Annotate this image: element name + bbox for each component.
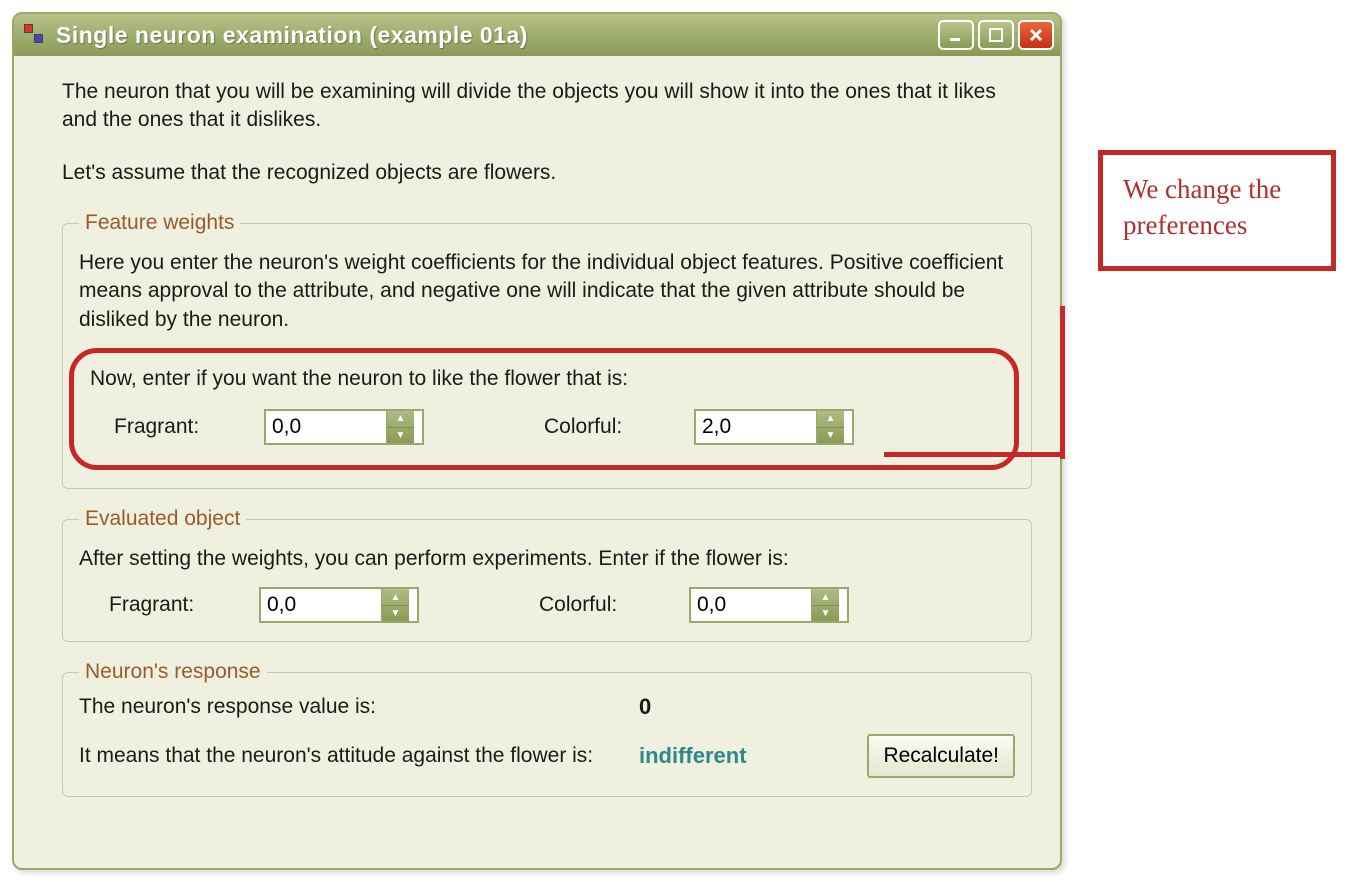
- neuron-response-group: Neuron's response The neuron's response …: [62, 660, 1032, 797]
- spinner-down-icon[interactable]: ▼: [387, 428, 414, 444]
- close-button[interactable]: [1018, 20, 1054, 50]
- evaluated-fragrant-label: Fragrant:: [109, 593, 259, 617]
- feature-weights-legend: Feature weights: [79, 211, 240, 235]
- spinner-up-icon[interactable]: ▲: [387, 411, 414, 428]
- weights-colorful-spinner[interactable]: ▲ ▼: [694, 409, 854, 445]
- weights-fragrant-input[interactable]: [266, 411, 386, 443]
- spinner-down-icon[interactable]: ▼: [817, 428, 844, 444]
- weights-fragrant-label: Fragrant:: [114, 415, 264, 439]
- intro-text: The neuron that you will be examining wi…: [62, 78, 1032, 187]
- recalculate-button[interactable]: Recalculate!: [867, 734, 1015, 778]
- evaluated-object-legend: Evaluated object: [79, 507, 246, 531]
- evaluated-colorful-pair: Colorful: ▲ ▼: [539, 587, 969, 623]
- annotation-callout: We change the preferences: [1098, 150, 1336, 271]
- minimize-button[interactable]: [938, 20, 974, 50]
- window-title: Single neuron examination (example 01a): [56, 22, 938, 49]
- weights-input-row: Fragrant: ▲ ▼ Colorful:: [84, 409, 1004, 445]
- evaluated-colorful-input[interactable]: [691, 589, 811, 621]
- annotation-text: We change the preferences: [1123, 174, 1281, 240]
- spinner-down-icon[interactable]: ▼: [382, 606, 409, 622]
- titlebar[interactable]: Single neuron examination (example 01a): [14, 14, 1060, 56]
- evaluated-object-description: After setting the weights, you can perfo…: [79, 545, 1015, 573]
- response-value: 0: [639, 694, 839, 720]
- weights-colorful-input[interactable]: [696, 411, 816, 443]
- app-window: Single neuron examination (example 01a) …: [12, 12, 1062, 870]
- evaluated-fragrant-input[interactable]: [261, 589, 381, 621]
- evaluated-fragrant-spinner[interactable]: ▲ ▼: [259, 587, 419, 623]
- maximize-button[interactable]: [978, 20, 1014, 50]
- spinner-up-icon[interactable]: ▲: [382, 589, 409, 606]
- feature-weights-group: Feature weights Here you enter the neuro…: [62, 211, 1032, 489]
- spinner-up-icon[interactable]: ▲: [817, 411, 844, 428]
- weights-fragrant-pair: Fragrant: ▲ ▼: [114, 409, 544, 445]
- evaluated-input-row: Fragrant: ▲ ▼ Colorful: ▲: [79, 587, 1015, 623]
- weights-colorful-pair: Colorful: ▲ ▼: [544, 409, 974, 445]
- weights-fragrant-spinner[interactable]: ▲ ▼: [264, 409, 424, 445]
- feature-weights-description: Here you enter the neuron's weight coeff…: [79, 249, 1015, 334]
- weights-colorful-label: Colorful:: [544, 415, 694, 439]
- spinner-down-icon[interactable]: ▼: [812, 606, 839, 622]
- evaluated-object-group: Evaluated object After setting the weigh…: [62, 507, 1032, 642]
- content-area: The neuron that you will be examining wi…: [14, 56, 1060, 835]
- neuron-response-legend: Neuron's response: [79, 660, 267, 684]
- app-icon: [24, 24, 46, 46]
- intro-paragraph-1: The neuron that you will be examining wi…: [62, 78, 1032, 135]
- weights-highlight-region: Now, enter if you want the neuron to lik…: [69, 348, 1019, 470]
- response-attitude-label: It means that the neuron's attitude agai…: [79, 744, 639, 768]
- response-value-label: The neuron's response value is:: [79, 695, 639, 719]
- evaluated-colorful-label: Colorful:: [539, 593, 689, 617]
- window-controls: [938, 20, 1054, 50]
- evaluated-colorful-spinner[interactable]: ▲ ▼: [689, 587, 849, 623]
- weights-prompt: Now, enter if you want the neuron to lik…: [90, 367, 1004, 391]
- intro-paragraph-2: Let's assume that the recognized objects…: [62, 159, 1032, 187]
- spinner-up-icon[interactable]: ▲: [812, 589, 839, 606]
- response-attitude: indifferent: [639, 743, 839, 769]
- evaluated-fragrant-pair: Fragrant: ▲ ▼: [109, 587, 539, 623]
